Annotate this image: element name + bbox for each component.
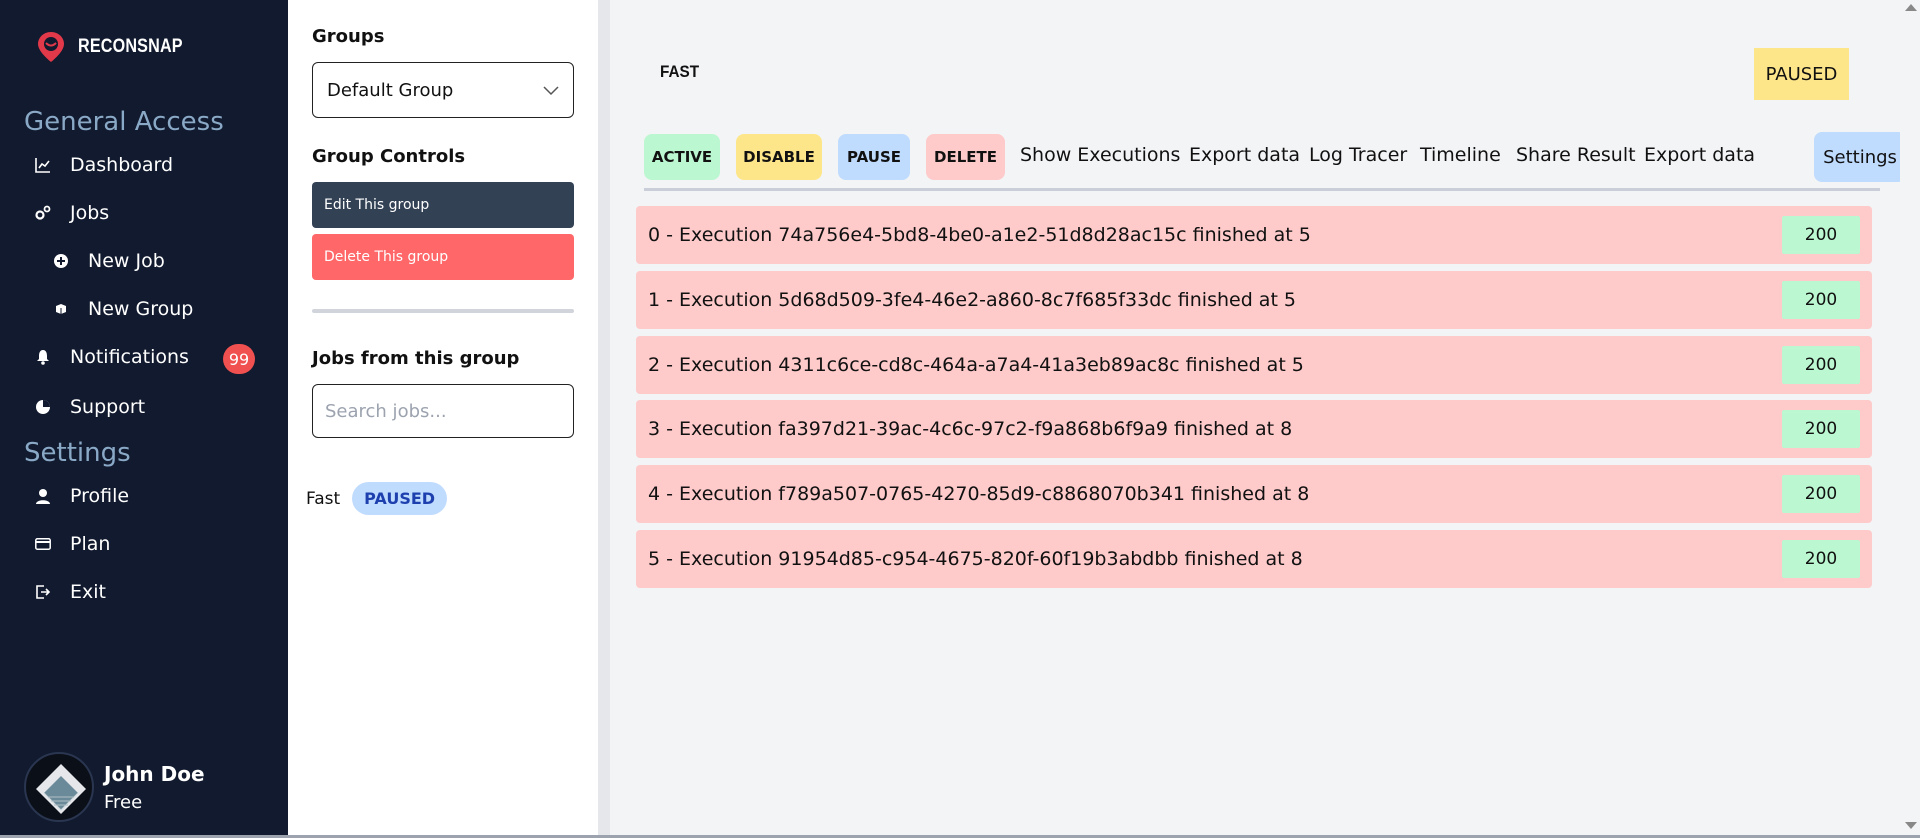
export-data-link[interactable]: Export data xyxy=(1189,144,1300,166)
status-code-badge: 200 xyxy=(1782,475,1860,513)
brand-logo-icon xyxy=(38,32,64,62)
status-code-badge: 200 xyxy=(1782,346,1860,384)
sidebar-nav: RECONSNAP General Access Dashboard Jobs … xyxy=(0,0,288,838)
main-content: FAST PAUSED ACTIVE DISABLE PAUSE DELETE … xyxy=(610,0,1906,838)
sidebar-item-label: Profile xyxy=(70,485,130,507)
status-code-badge: 200 xyxy=(1782,216,1860,254)
scroll-up-icon[interactable] xyxy=(1905,4,1917,11)
execution-text: 3 - Execution fa397d21-39ac-4c6c-97c2-f9… xyxy=(648,418,1293,440)
user-icon xyxy=(34,487,52,505)
sidebar-item-new-job[interactable]: New Job xyxy=(52,250,165,272)
execution-text: 4 - Execution f789a507-0765-4270-85d9-c8… xyxy=(648,483,1310,505)
active-button[interactable]: ACTIVE xyxy=(644,134,720,180)
chart-line-icon xyxy=(34,156,52,174)
execution-row[interactable]: 0 - Execution 74a756e4-5bd8-4be0-a1e2-51… xyxy=(636,206,1872,264)
user-name: John Doe xyxy=(104,761,205,786)
exit-icon xyxy=(34,583,52,601)
share-result-link[interactable]: Share Result xyxy=(1516,144,1636,166)
execution-text: 1 - Execution 5d68d509-3fe4-46e2-a860-8c… xyxy=(648,289,1297,311)
status-code-badge: 200 xyxy=(1782,410,1860,448)
sidebar-item-jobs[interactable]: Jobs xyxy=(34,202,109,224)
sidebar-item-label: Dashboard xyxy=(70,154,174,176)
settings-button[interactable]: Settings xyxy=(1814,132,1906,182)
pause-button[interactable]: PAUSE xyxy=(838,134,910,180)
sidebar-item-label: Support xyxy=(70,396,146,418)
sidebar-item-label: Jobs xyxy=(70,202,110,224)
group-controls-label: Group Controls xyxy=(312,146,466,167)
sidebar-item-label: Plan xyxy=(70,533,111,555)
brand[interactable]: RECONSNAP xyxy=(36,30,201,64)
job-status-badge[interactable]: PAUSED xyxy=(352,482,448,515)
delete-group-button[interactable]: Delete This group xyxy=(312,234,574,280)
avatar xyxy=(24,752,94,822)
timeline-link[interactable]: Timeline xyxy=(1420,144,1501,166)
sidebar-item-notifications[interactable]: Notifications xyxy=(34,346,189,368)
export-data-link-2[interactable]: Export data xyxy=(1644,144,1755,166)
execution-row[interactable]: 2 - Execution 4311c6ce-cd8c-464a-a7a4-41… xyxy=(636,336,1872,394)
section-title-general: General Access xyxy=(24,107,224,137)
execution-text: 0 - Execution 74a756e4-5bd8-4be0-a1e2-51… xyxy=(648,224,1311,246)
chevron-down-icon xyxy=(543,80,559,101)
sidebar-item-dashboard[interactable]: Dashboard xyxy=(34,154,173,176)
execution-row[interactable]: 1 - Execution 5d68d509-3fe4-46e2-a860-8c… xyxy=(636,271,1872,329)
section-title-settings: Settings xyxy=(24,438,131,468)
job-name: Fast xyxy=(306,488,341,509)
toolbar-divider xyxy=(644,188,1880,191)
execution-text: 2 - Execution 4311c6ce-cd8c-464a-a7a4-41… xyxy=(648,354,1304,376)
log-tracer-link[interactable]: Log Tracer xyxy=(1309,144,1407,166)
search-jobs-input[interactable] xyxy=(312,384,574,438)
sidebar-item-label: New Group xyxy=(88,298,194,320)
sidebar-item-exit[interactable]: Exit xyxy=(34,581,106,603)
support-icon xyxy=(34,398,52,416)
execution-row[interactable]: 3 - Execution fa397d21-39ac-4c6c-97c2-f9… xyxy=(636,400,1872,458)
plus-circle-icon xyxy=(52,252,70,270)
job-toolbar: ACTIVE DISABLE PAUSE DELETE Show Executi… xyxy=(644,132,1906,191)
groups-label: Groups xyxy=(312,26,385,47)
show-executions-link[interactable]: Show Executions xyxy=(1020,144,1180,166)
group-select-value: Default Group xyxy=(327,79,454,101)
execution-text: 5 - Execution 91954d85-c954-4675-820f-60… xyxy=(648,548,1303,570)
cubes-icon xyxy=(52,300,70,318)
sidebar-item-label: Notifications xyxy=(70,346,189,368)
sidebar-item-support[interactable]: Support xyxy=(34,396,145,418)
disable-button[interactable]: DISABLE xyxy=(736,134,822,180)
jobs-from-group-label: Jobs from this group xyxy=(312,348,520,369)
credit-card-icon xyxy=(34,535,52,553)
job-list-item[interactable]: Fast PAUSED xyxy=(306,482,448,515)
job-title: FAST xyxy=(660,62,700,81)
execution-row[interactable]: 4 - Execution f789a507-0765-4270-85d9-c8… xyxy=(636,465,1872,523)
bell-icon xyxy=(34,348,52,366)
sidebar-item-profile[interactable]: Profile xyxy=(34,485,129,507)
sidebar-item-label: New Job xyxy=(88,250,165,272)
delete-button[interactable]: DELETE xyxy=(926,134,1005,180)
notifications-badge: 99 xyxy=(223,344,255,374)
execution-row[interactable]: 5 - Execution 91954d85-c954-4675-820f-60… xyxy=(636,530,1872,588)
edit-group-button[interactable]: Edit This group xyxy=(312,182,574,228)
user-plan: Free xyxy=(104,791,143,813)
scroll-down-icon[interactable] xyxy=(1905,822,1917,829)
gears-icon xyxy=(34,204,52,222)
group-select[interactable]: Default Group xyxy=(312,62,574,118)
status-badge: PAUSED xyxy=(1754,48,1849,100)
sidebar-item-plan[interactable]: Plan xyxy=(34,533,110,555)
status-code-badge: 200 xyxy=(1782,281,1860,319)
brand-name: RECONSNAP xyxy=(78,36,183,57)
groups-panel: Groups Default Group Group Controls Edit… xyxy=(288,0,598,838)
sidebar-item-label: Exit xyxy=(70,581,106,603)
divider xyxy=(312,309,574,313)
page-scrollbar[interactable] xyxy=(1900,0,1920,838)
status-code-badge: 200 xyxy=(1782,540,1860,578)
user-card[interactable]: John Doe Free xyxy=(24,752,205,822)
panel-divider xyxy=(598,0,610,838)
sidebar-item-new-group[interactable]: New Group xyxy=(52,298,193,320)
